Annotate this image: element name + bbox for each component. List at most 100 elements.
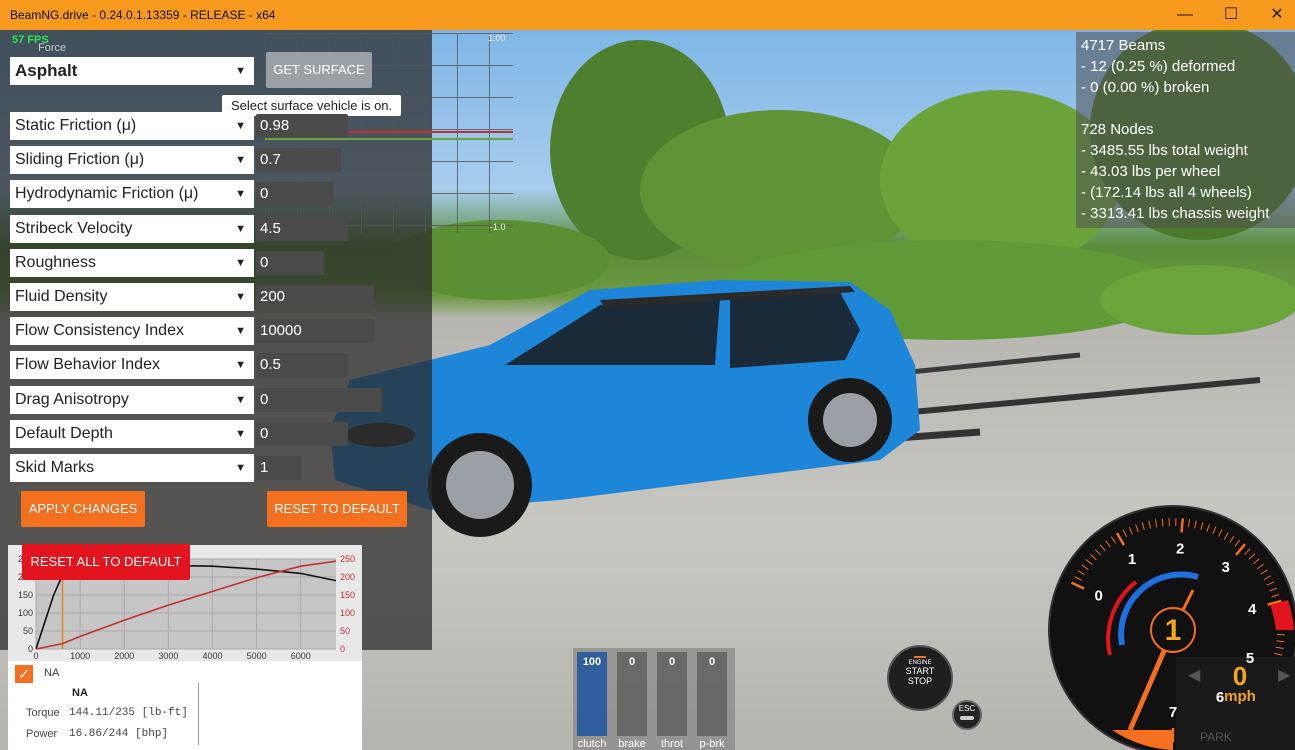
y-left-tick-label: 150 xyxy=(18,590,33,600)
y-left-tick-label: 0 xyxy=(28,644,33,654)
esc-label: ESC xyxy=(958,704,976,713)
minimize-button[interactable]: — xyxy=(1170,4,1200,26)
param-value-input[interactable]: 0 xyxy=(256,421,348,446)
y-right-tick-label: 100 xyxy=(340,608,355,618)
pedals-widget: 100 clutch 0 brake 0 throt 0 p-brk xyxy=(573,648,735,750)
chevron-down-icon: ▼ xyxy=(235,154,246,167)
param-select-3[interactable]: Stribeck Velocity ▼ xyxy=(10,214,254,243)
rpm-label: 5 xyxy=(1246,650,1254,667)
param-select-2[interactable]: Hydrodynamic Friction (μ) ▼ xyxy=(10,180,254,209)
chassis-weight: - 3313.41 lbs chassis weight xyxy=(1081,205,1270,222)
param-label: Static Friction (μ) xyxy=(15,117,137,134)
reset-all-to-default-button[interactable]: RESET ALL TO DEFAULT xyxy=(22,544,190,580)
per-wheel-weight: - 43.03 lbs per wheel xyxy=(1081,163,1221,180)
rpm-label: 0 xyxy=(1095,587,1103,604)
y-right-tick-label: 150 xyxy=(340,590,355,600)
pedal-throt-bar: 0 xyxy=(657,652,687,736)
all-wheels-weight: - (172.14 lbs all 4 wheels) xyxy=(1081,184,1252,201)
chevron-down-icon: ▼ xyxy=(235,291,246,303)
beams-deformed: - 12 (0.25 %) deformed xyxy=(1081,58,1236,75)
pedal-value: 0 xyxy=(668,656,676,668)
pedal-label: throt xyxy=(660,738,683,750)
chevron-down-icon: ▼ xyxy=(235,393,246,406)
apply-changes-button[interactable]: APPLY CHANGES xyxy=(21,491,145,527)
chevron-down-icon: ▼ xyxy=(235,188,246,201)
torque-label: Torque xyxy=(26,707,60,719)
param-label: Roughness xyxy=(15,253,96,271)
param-value-input[interactable]: 0.98 xyxy=(256,114,348,138)
engine-start-stop-button[interactable]: ENGINE START STOP xyxy=(887,645,953,711)
beams-count: 4717 Beams xyxy=(1081,37,1166,54)
chevron-down-icon: ▼ xyxy=(235,462,246,474)
arrow-right-icon: ▶ xyxy=(1278,665,1291,684)
pedal-label: clutch xyxy=(577,738,607,750)
chevron-down-icon: ▼ xyxy=(235,65,246,77)
rpm-label: 1 xyxy=(1128,551,1136,568)
chevron-down-icon: ▼ xyxy=(235,359,246,372)
get-surface-button[interactable]: GET SURFACE xyxy=(266,52,372,88)
close-button[interactable]: ✕ xyxy=(1262,4,1292,26)
y-left-tick-label: 50 xyxy=(23,626,33,636)
param-select-9[interactable]: Default Depth ▼ xyxy=(10,419,254,448)
rpm-label: 2 xyxy=(1176,540,1184,557)
param-label: Flow Consistency Index xyxy=(15,322,184,340)
param-label: Hydrodynamic Friction (μ) xyxy=(15,185,199,203)
y-right-tick-label: 50 xyxy=(340,626,350,636)
param-select-10[interactable]: Skid Marks ▼ xyxy=(10,454,254,482)
nodes-count: 728 Nodes xyxy=(1081,121,1154,138)
param-label: Default Depth xyxy=(15,424,113,442)
param-select-4[interactable]: Roughness ▼ xyxy=(10,248,254,277)
rpm-label: 7 xyxy=(1169,704,1177,721)
param-value-input[interactable]: 0.5 xyxy=(256,353,348,378)
pedal-brake-bar: 0 xyxy=(617,652,647,736)
power-label: Power xyxy=(26,728,58,740)
param-value-input[interactable]: 4.5 xyxy=(256,216,348,241)
start-label: START xyxy=(905,666,935,676)
y-right-tick-label: 0 xyxy=(340,644,345,654)
param-value-input[interactable]: 200 xyxy=(256,285,374,309)
skid-mark xyxy=(879,377,1261,418)
param-value-input[interactable]: 0 xyxy=(256,387,382,412)
y-right-tick-label: 200 xyxy=(340,572,355,582)
chevron-down-icon: ▼ xyxy=(235,256,246,269)
pedal-clutch-bar: 100 xyxy=(577,652,607,736)
chevron-down-icon: ▼ xyxy=(235,325,246,338)
param-select-1[interactable]: Sliding Friction (μ) ▼ xyxy=(10,146,254,175)
window-title-bar: BeamNG.drive - 0.24.0.1.13359 - RELEASE … xyxy=(0,0,1295,30)
param-select-6[interactable]: Flow Consistency Index ▼ xyxy=(10,317,254,346)
speed-unit: mph xyxy=(1224,688,1256,705)
park-indicator: PARK xyxy=(1200,730,1232,744)
param-value-input[interactable]: 0 xyxy=(256,182,334,207)
arrow-left-icon: ◀ xyxy=(1188,665,1201,684)
gear-indicator: 1 xyxy=(1165,614,1182,647)
legend-checkbox[interactable]: ✓ xyxy=(15,665,33,683)
rpm-label: 3 xyxy=(1222,559,1230,576)
pedal-value: 0 xyxy=(628,656,636,668)
param-label: Drag Anisotropy xyxy=(15,390,129,408)
legend-checkbox-label: NA xyxy=(44,667,60,679)
surface-select-value: Asphalt xyxy=(15,61,78,80)
param-label: Stribeck Velocity xyxy=(15,219,133,237)
param-value-input[interactable]: 1 xyxy=(256,456,302,480)
tachometer-gauge: 1 ◀ ▶ 0 mph PARK 01234567 xyxy=(1048,505,1295,750)
rpm-label: 4 xyxy=(1248,601,1257,618)
x-tick-label: 1000 xyxy=(70,651,90,661)
legend-name: NA xyxy=(72,687,88,699)
param-select-5[interactable]: Fluid Density ▼ xyxy=(10,283,254,311)
param-select-7[interactable]: Flow Behavior Index ▼ xyxy=(10,351,254,380)
grid-min-label: -1.0 xyxy=(490,222,506,232)
chevron-down-icon: ▼ xyxy=(235,222,246,235)
esc-button[interactable]: ESC xyxy=(952,700,982,730)
param-select-0[interactable]: Static Friction (μ) ▼ xyxy=(10,112,254,140)
param-value-input[interactable]: 10000 xyxy=(256,319,374,344)
param-label: Fluid Density xyxy=(15,288,108,305)
chevron-down-icon: ▼ xyxy=(235,427,246,440)
graph-legend: ✓ NA NA Torque 144.11/235 [lb-ft] Power … xyxy=(8,661,362,750)
param-select-8[interactable]: Drag Anisotropy ▼ xyxy=(10,385,254,414)
maximize-button[interactable]: ☐ xyxy=(1216,4,1246,26)
param-value-input[interactable]: 0.7 xyxy=(256,148,341,173)
surface-select[interactable]: Asphalt ▼ xyxy=(10,57,254,85)
pedal-value: 100 xyxy=(582,656,602,668)
param-value-input[interactable]: 0 xyxy=(256,250,324,275)
reset-to-default-button[interactable]: RESET TO DEFAULT xyxy=(267,491,407,527)
